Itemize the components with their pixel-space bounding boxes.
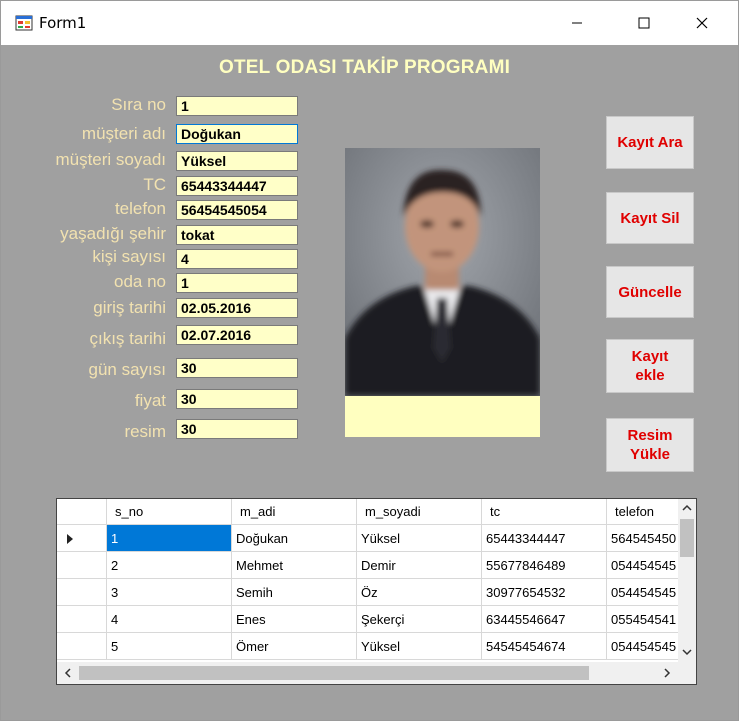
- grid-cell[interactable]: 054454545: [607, 552, 678, 579]
- maximize-button[interactable]: [621, 1, 667, 45]
- grid-cell[interactable]: 65443344447: [482, 525, 607, 552]
- minimize-button[interactable]: [554, 1, 600, 45]
- kisi-sayisi-input[interactable]: 4: [176, 249, 298, 269]
- musteri-soyadi-input[interactable]: Yüksel: [176, 151, 298, 171]
- grid-cell[interactable]: 5: [107, 633, 232, 660]
- oda-no-input[interactable]: 1: [176, 273, 298, 293]
- resim-input[interactable]: 30: [176, 419, 298, 439]
- grid-header-tc[interactable]: tc: [482, 499, 607, 525]
- horizontal-scrollbar[interactable]: [57, 662, 678, 684]
- guncelle-button[interactable]: Güncelle: [606, 266, 694, 318]
- label-tc: TC: [143, 175, 166, 194]
- grid-cell[interactable]: 54545454674: [482, 633, 607, 660]
- scrollbar-corner: [678, 662, 696, 684]
- app-form-icon: [15, 15, 33, 31]
- fiyat-input[interactable]: 30: [176, 389, 298, 409]
- grid-cell[interactable]: 3: [107, 579, 232, 606]
- kayit-sil-button[interactable]: Kayıt Sil: [606, 192, 694, 244]
- grid-cell[interactable]: Şekerçi: [357, 606, 482, 633]
- label-gun-sayisi: gün sayısı: [88, 360, 167, 379]
- label-cikis-tarihi: çıkış tarihi: [89, 329, 166, 348]
- close-icon: [696, 17, 708, 29]
- close-button[interactable]: [679, 1, 725, 45]
- musteri-adi-input[interactable]: Doğukan: [176, 124, 298, 144]
- label-musteri-adi: müşteri adı: [81, 124, 166, 143]
- grid-cell[interactable]: Enes: [232, 606, 357, 633]
- minimize-icon: [572, 22, 582, 24]
- grid-cell[interactable]: 63445546647: [482, 606, 607, 633]
- resim-yukle-button[interactable]: Resim Yükle: [606, 418, 694, 472]
- grid-header-s-no[interactable]: s_no: [107, 499, 232, 525]
- resim-yukle-label-line2: Yükle: [629, 446, 671, 463]
- scroll-up-icon[interactable]: [678, 499, 696, 517]
- grid-cell[interactable]: 054454545: [607, 633, 678, 660]
- resim-yukle-label-line1: Resim: [627, 427, 673, 444]
- horizontal-scroll-thumb[interactable]: [79, 666, 589, 680]
- kayit-ekle-label-line2: ekle: [635, 367, 665, 384]
- label-sehir: yaşadığı şehir: [60, 224, 166, 243]
- title-bar[interactable]: Form1: [1, 1, 738, 45]
- kayit-ekle-button[interactable]: Kayıt ekle: [606, 339, 694, 393]
- kayit-sil-label: Kayıt Sil: [620, 209, 680, 227]
- form-heading: OTEL ODASI TAKİP PROGRAMI: [219, 57, 511, 78]
- label-musteri-soyadi: müşteri soyadı: [55, 150, 166, 169]
- row-header[interactable]: [57, 525, 107, 552]
- vertical-scroll-thumb[interactable]: [680, 519, 694, 557]
- label-fiyat: fiyat: [134, 391, 166, 410]
- label-oda-no: oda no: [114, 272, 166, 291]
- sira-no-input[interactable]: 1: [176, 96, 298, 116]
- grid-cell[interactable]: 054454545: [607, 579, 678, 606]
- label-sira-no: Sıra no: [111, 95, 166, 114]
- grid-cell[interactable]: 564545450: [607, 525, 678, 552]
- label-resim: resim: [124, 422, 166, 441]
- grid-cell[interactable]: 55677846489: [482, 552, 607, 579]
- cikis-tarihi-input[interactable]: 02.07.2016: [176, 325, 298, 345]
- grid-cell[interactable]: Ömer: [232, 633, 357, 660]
- grid-cell[interactable]: Semih: [232, 579, 357, 606]
- giris-tarihi-input[interactable]: 02.05.2016: [176, 298, 298, 318]
- scroll-left-icon[interactable]: [59, 662, 77, 684]
- sehir-input[interactable]: tokat: [176, 225, 298, 245]
- row-header[interactable]: [57, 606, 107, 633]
- kayit-ara-button[interactable]: Kayıt Ara: [606, 116, 694, 169]
- grid-header-m-adi[interactable]: m_adi: [232, 499, 357, 525]
- grid-cell[interactable]: 4: [107, 606, 232, 633]
- window-title: Form1: [39, 14, 87, 32]
- grid-header-m-soyadi[interactable]: m_soyadi: [357, 499, 482, 525]
- grid-cell[interactable]: 1: [107, 525, 232, 552]
- grid-cell[interactable]: 055454541: [607, 606, 678, 633]
- grid-cell[interactable]: 30977654532: [482, 579, 607, 606]
- photo-caption-area: [345, 396, 540, 437]
- person-portrait-icon: [345, 148, 540, 396]
- records-data-grid[interactable]: s_no m_adi m_soyadi tc telefon 1 Doğukan…: [56, 498, 697, 685]
- customer-photo: [345, 148, 540, 396]
- grid-cell[interactable]: Demir: [357, 552, 482, 579]
- kayit-ara-label: Kayıt Ara: [617, 134, 683, 151]
- grid-cell[interactable]: Öz: [357, 579, 482, 606]
- row-header[interactable]: [57, 579, 107, 606]
- scroll-right-icon[interactable]: [658, 662, 676, 684]
- grid-cell[interactable]: Yüksel: [357, 633, 482, 660]
- grid-cell[interactable]: Yüksel: [357, 525, 482, 552]
- grid-corner-header: [57, 499, 107, 525]
- tc-input[interactable]: 65443344447: [176, 176, 298, 196]
- telefon-input[interactable]: 56454545054: [176, 200, 298, 220]
- row-header[interactable]: [57, 633, 107, 660]
- vertical-scrollbar[interactable]: [678, 499, 696, 662]
- guncelle-label: Güncelle: [618, 283, 682, 301]
- current-row-arrow-icon: [67, 534, 73, 544]
- label-telefon: telefon: [114, 199, 166, 218]
- maximize-icon: [638, 17, 650, 29]
- grid-cell[interactable]: Doğukan: [232, 525, 357, 552]
- row-header[interactable]: [57, 552, 107, 579]
- label-kisi-sayisi: kişi sayısı: [92, 247, 166, 266]
- scroll-down-icon[interactable]: [678, 643, 696, 661]
- kayit-ekle-label-line1: Kayıt: [631, 348, 669, 365]
- app-window: Form1 OTEL ODASI TAKİP PROGRAMI Sıra no …: [0, 0, 739, 721]
- label-giris-tarihi: giriş tarihi: [93, 298, 166, 317]
- grid-header-telefon[interactable]: telefon: [607, 499, 678, 525]
- grid-cell[interactable]: 2: [107, 552, 232, 579]
- grid-cell[interactable]: Mehmet: [232, 552, 357, 579]
- gun-sayisi-input[interactable]: 30: [176, 358, 298, 378]
